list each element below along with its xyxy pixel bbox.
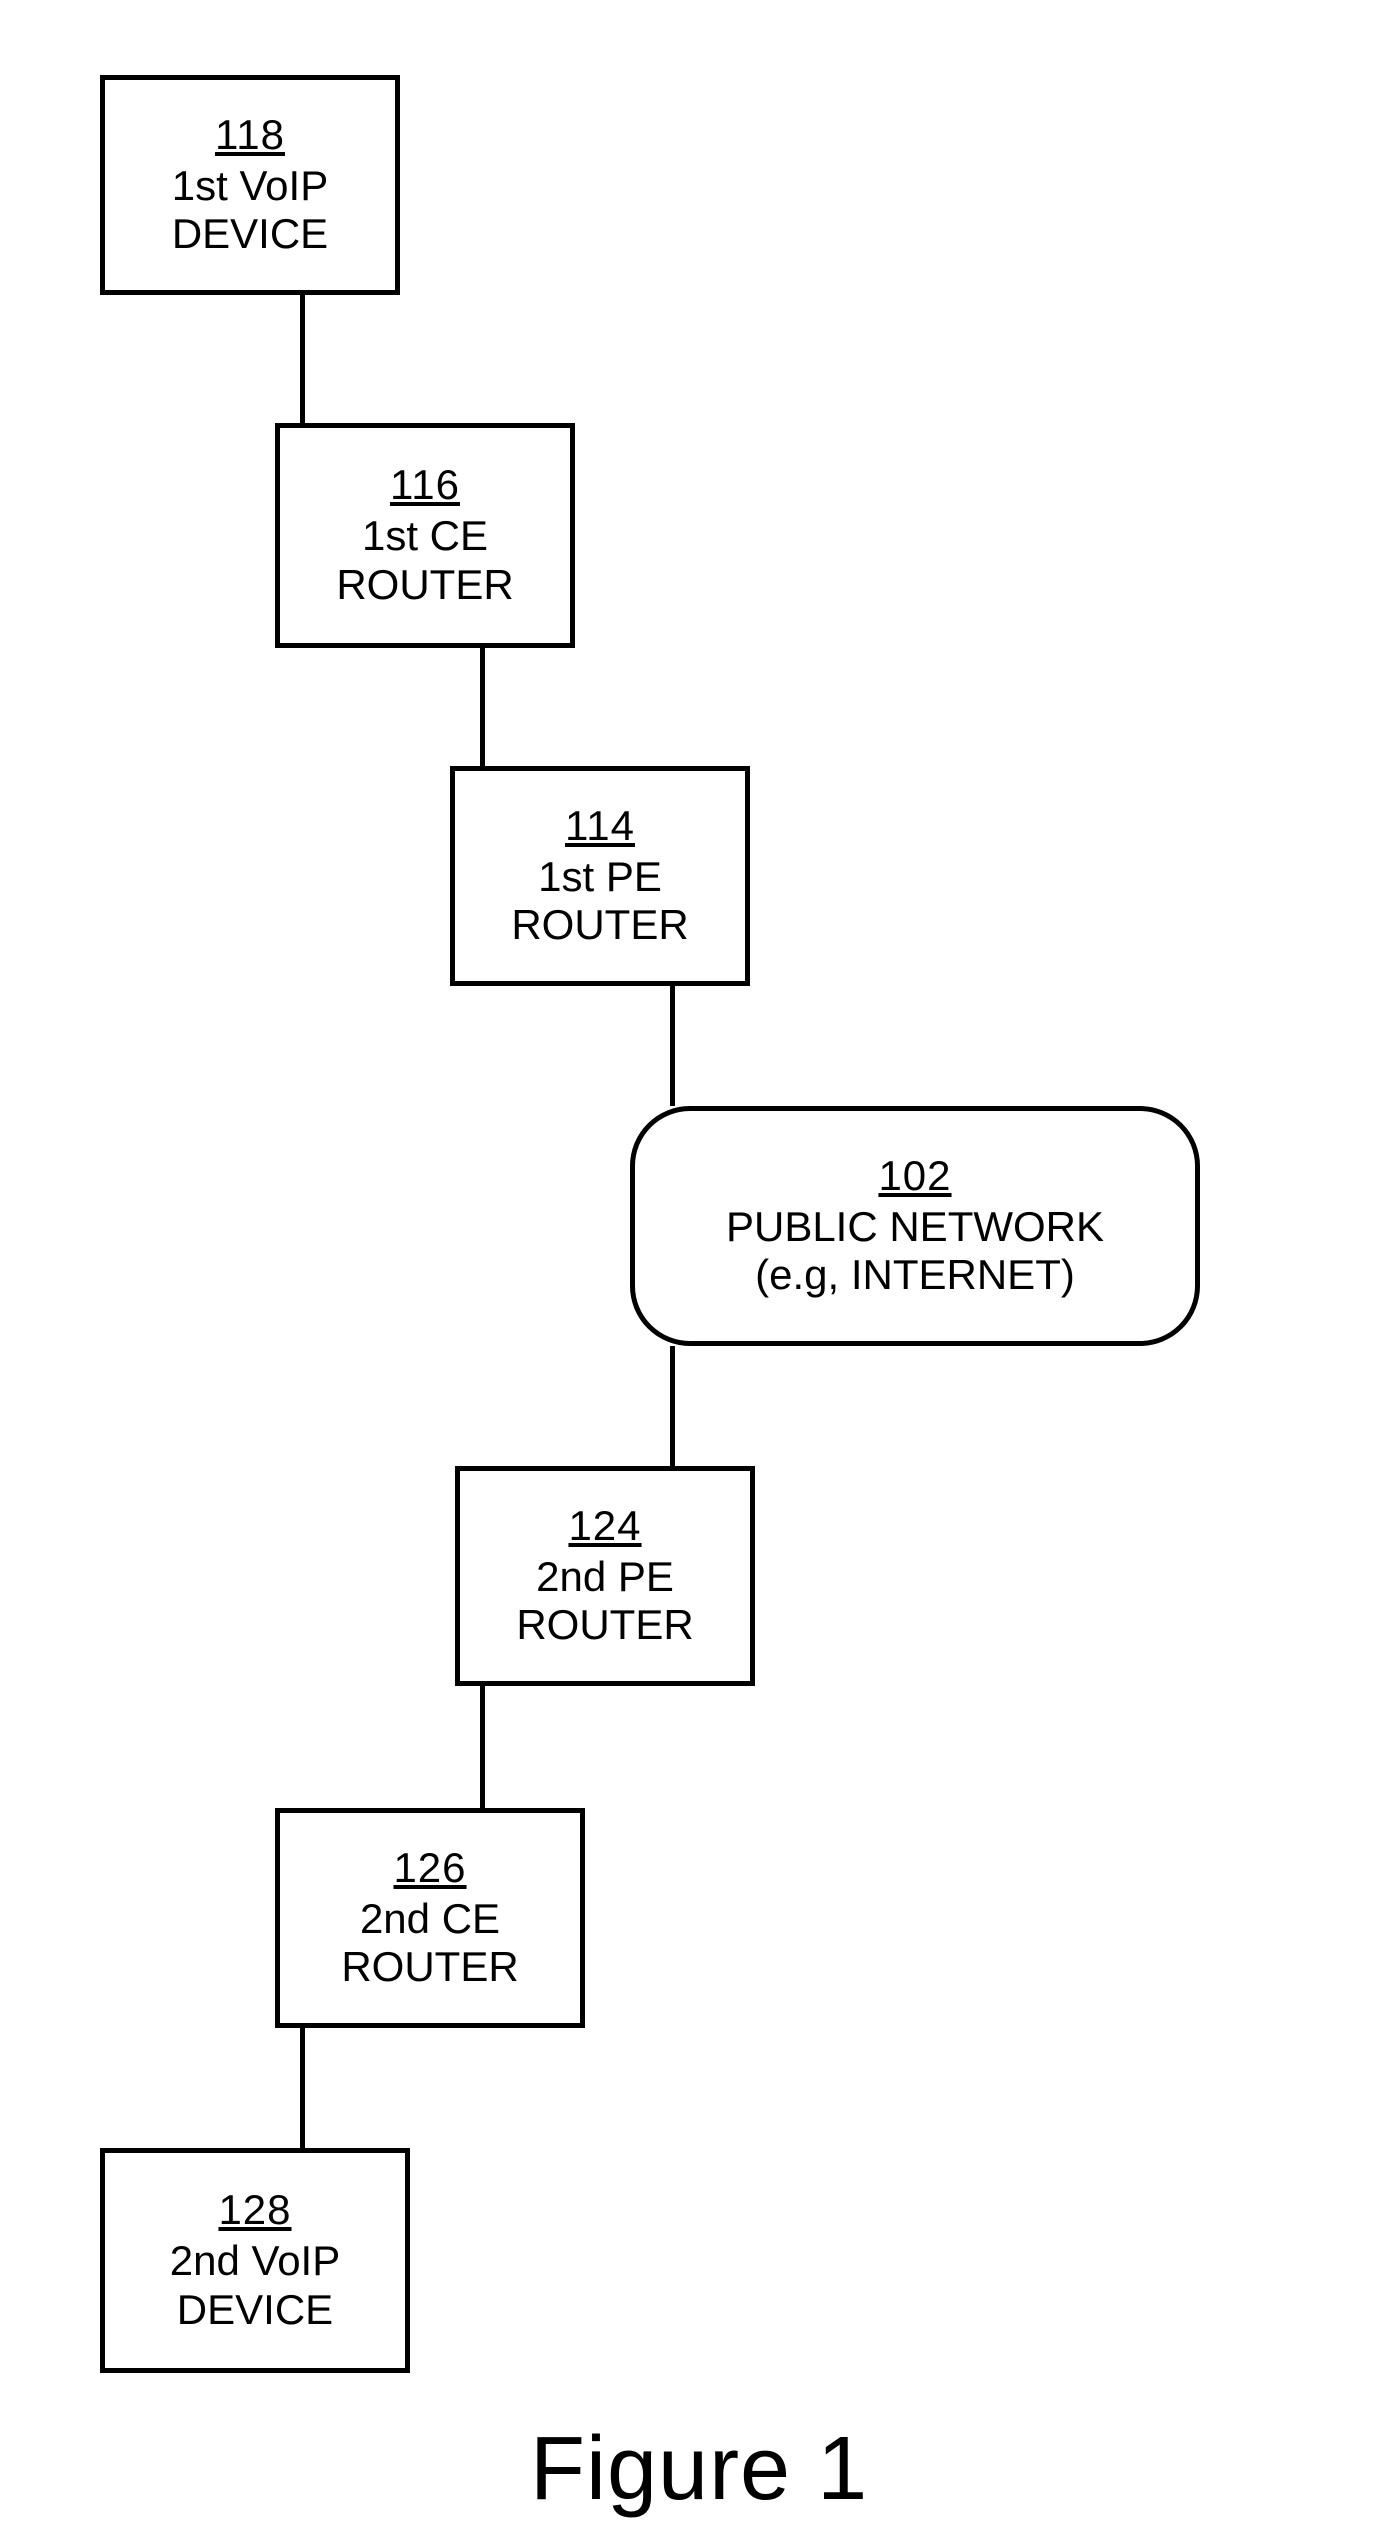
node-128: 128 2nd VoIPDEVICE bbox=[100, 2148, 410, 2373]
edge-126-128 bbox=[300, 2028, 305, 2148]
node-118: 118 1st VoIPDEVICE bbox=[100, 75, 400, 295]
node-128-ref: 128 bbox=[218, 2187, 291, 2233]
node-126-label: 2nd CEROUTER bbox=[341, 1895, 518, 1992]
node-124-label: 2nd PEROUTER bbox=[516, 1553, 693, 1650]
node-116-ref: 116 bbox=[390, 462, 460, 508]
node-128-label: 2nd VoIPDEVICE bbox=[170, 2237, 340, 2334]
node-126-ref: 126 bbox=[393, 1845, 466, 1891]
node-102-label: PUBLIC NETWORK(e.g, INTERNET) bbox=[726, 1203, 1104, 1300]
node-114: 114 1st PEROUTER bbox=[450, 766, 750, 986]
edge-116-114 bbox=[480, 648, 485, 766]
diagram-canvas: 118 1st VoIPDEVICE 116 1st CEROUTER 114 … bbox=[0, 0, 1394, 2547]
node-102: 102 PUBLIC NETWORK(e.g, INTERNET) bbox=[630, 1106, 1200, 1346]
node-102-ref: 102 bbox=[878, 1153, 951, 1199]
node-126: 126 2nd CEROUTER bbox=[275, 1808, 585, 2028]
edge-124-126 bbox=[480, 1686, 485, 1808]
node-114-label: 1st PEROUTER bbox=[511, 853, 688, 950]
node-118-ref: 118 bbox=[215, 112, 285, 158]
figure-caption: Figure 1 bbox=[530, 2418, 868, 2521]
node-118-label: 1st VoIPDEVICE bbox=[172, 162, 328, 259]
node-114-ref: 114 bbox=[565, 803, 635, 849]
edge-118-116 bbox=[300, 295, 305, 423]
edge-102-124 bbox=[670, 1346, 675, 1466]
node-116: 116 1st CEROUTER bbox=[275, 423, 575, 648]
edge-114-102 bbox=[670, 986, 675, 1106]
node-124: 124 2nd PEROUTER bbox=[455, 1466, 755, 1686]
node-116-label: 1st CEROUTER bbox=[336, 512, 513, 609]
node-124-ref: 124 bbox=[568, 1503, 641, 1549]
